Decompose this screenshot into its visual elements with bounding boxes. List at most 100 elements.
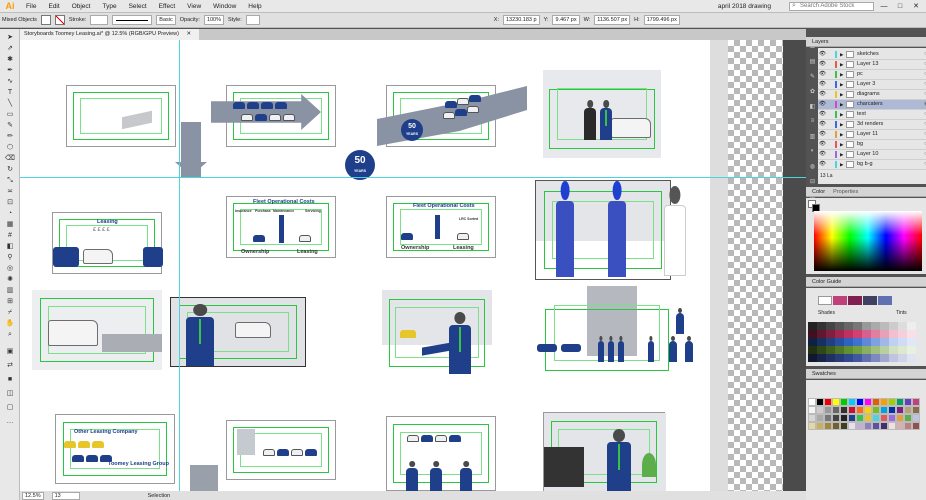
guide-swatch[interactable] <box>826 346 835 354</box>
line-tool-icon[interactable]: ╲ <box>4 99 16 108</box>
swatch[interactable] <box>864 406 872 414</box>
swatch[interactable] <box>872 398 880 406</box>
visibility-eye-icon[interactable]: 👁 <box>818 60 827 69</box>
swatch[interactable] <box>864 422 872 430</box>
guide-swatch[interactable] <box>835 338 844 346</box>
swatch[interactable] <box>888 422 896 430</box>
guide-swatch[interactable] <box>871 346 880 354</box>
graphic-styles-icon[interactable]: ◧ <box>808 103 817 112</box>
pen-tool-icon[interactable]: ✒ <box>4 66 16 75</box>
gradient-panel-icon[interactable]: ▥ <box>808 133 817 142</box>
guide-swatch[interactable] <box>844 330 853 338</box>
guide-swatch[interactable] <box>844 346 853 354</box>
guide-swatch[interactable] <box>817 322 826 330</box>
stroke-weight-field[interactable] <box>90 15 109 25</box>
tab-properties[interactable]: Properties <box>833 187 858 196</box>
swatch[interactable] <box>912 422 920 430</box>
guide-swatch[interactable] <box>889 330 898 338</box>
guide-swatch[interactable] <box>817 346 826 354</box>
paintbrush-tool-icon[interactable]: ✎ <box>4 121 16 130</box>
guide-swatch[interactable] <box>817 338 826 346</box>
swatch[interactable] <box>808 422 816 430</box>
stroke-panel-icon[interactable]: ≡ <box>808 118 817 127</box>
guide-swatch[interactable] <box>871 354 880 362</box>
menu-window[interactable]: Window <box>207 0 242 13</box>
visibility-eye-icon[interactable]: 👁 <box>818 130 827 139</box>
swatch[interactable] <box>904 406 912 414</box>
width-tool-icon[interactable]: ≍ <box>4 187 16 196</box>
pencil-tool-icon[interactable]: ✏ <box>4 132 16 141</box>
swatch[interactable] <box>808 398 816 406</box>
swatch[interactable] <box>896 398 904 406</box>
layer-row[interactable]: 👁 ▶ text ○ <box>818 110 926 120</box>
guide-swatch[interactable] <box>880 346 889 354</box>
appearance-panel-icon[interactable]: ◍ <box>808 163 817 172</box>
color-mode-icon[interactable]: ■ <box>4 375 16 384</box>
guide-swatch[interactable] <box>862 338 871 346</box>
menu-help[interactable]: Help <box>242 0 267 13</box>
swatch[interactable] <box>912 414 920 422</box>
swatch[interactable] <box>824 422 832 430</box>
artboard-2[interactable] <box>211 85 336 147</box>
tab-color-guide[interactable]: Color Guide <box>812 277 841 286</box>
zoom-level-field[interactable]: 12.5% <box>22 491 44 500</box>
layer-row[interactable]: 👁 ▶ bg b-g ○ <box>818 160 926 170</box>
guide-swatch[interactable] <box>889 338 898 346</box>
swap-colors-icon[interactable]: ⇄ <box>4 361 16 370</box>
visibility-eye-icon[interactable]: 👁 <box>818 110 827 119</box>
transparency-panel-icon[interactable]: ◐ <box>808 148 817 157</box>
artboard-12[interactable] <box>537 286 677 380</box>
swatch[interactable] <box>832 422 840 430</box>
tab-swatches[interactable]: Swatches <box>812 369 836 378</box>
guide-swatch[interactable] <box>808 346 817 354</box>
brush-definition[interactable]: Basic <box>156 15 176 25</box>
draw-mode-icon[interactable]: ◫ <box>4 389 16 398</box>
artboard-1[interactable] <box>66 85 176 147</box>
blend-tool-icon[interactable]: ◎ <box>4 264 16 273</box>
guide-swatch[interactable] <box>898 346 907 354</box>
document-tab[interactable]: Storyboards Toomey Leasing.ai* @ 12.5% (… <box>20 29 200 40</box>
swatch[interactable] <box>880 422 888 430</box>
stock-search-input[interactable]: Search Adobe Stock <box>789 1 874 11</box>
fill-swatch[interactable] <box>40 15 51 25</box>
menu-file[interactable]: File <box>20 0 42 13</box>
guide-swatch[interactable] <box>844 354 853 362</box>
color-guide-grid[interactable] <box>808 322 916 362</box>
swatch[interactable] <box>808 414 816 422</box>
guide-swatch[interactable] <box>826 354 835 362</box>
swatch[interactable] <box>816 422 824 430</box>
swatch[interactable] <box>904 414 912 422</box>
guide-swatch[interactable] <box>835 330 844 338</box>
guide-swatch[interactable] <box>862 346 871 354</box>
swatch[interactable] <box>824 406 832 414</box>
shape-builder-icon[interactable]: ◔ <box>4 209 16 218</box>
artboard-number-field[interactable]: 13 <box>51 491 80 500</box>
menu-type[interactable]: Type <box>96 0 122 13</box>
artboard-13[interactable]: Other Leasing Company Toomey Leasing Gro… <box>55 414 175 484</box>
align-panel-icon[interactable]: ⊟ <box>808 178 817 187</box>
guide-swatch[interactable] <box>808 322 817 330</box>
swatch[interactable] <box>856 414 864 422</box>
visibility-eye-icon[interactable]: 👁 <box>818 80 827 89</box>
guide-swatch[interactable] <box>862 322 871 330</box>
fill-stroke-swatches-icon[interactable]: ▣ <box>4 347 16 356</box>
guide-swatch[interactable] <box>907 354 916 362</box>
x-field[interactable]: 13230.183 p <box>502 15 540 25</box>
guide-swatch[interactable] <box>898 322 907 330</box>
guide-swatch[interactable] <box>898 338 907 346</box>
guide-swatch[interactable] <box>889 346 898 354</box>
swatch[interactable] <box>864 414 872 422</box>
symbol-sprayer-icon[interactable]: ✺ <box>4 275 16 284</box>
menu-object[interactable]: Object <box>66 0 97 13</box>
guide-swatch[interactable] <box>808 354 817 362</box>
swatch[interactable] <box>824 398 832 406</box>
artboard-3[interactable]: 50 YEARS <box>377 85 527 147</box>
menu-select[interactable]: Select <box>123 0 153 13</box>
artboard-5[interactable]: Leasing £ £ £ £ <box>52 212 163 274</box>
visibility-eye-icon[interactable]: 👁 <box>818 150 827 159</box>
artboard-9[interactable] <box>32 290 162 370</box>
guide-swatch[interactable] <box>853 354 862 362</box>
visibility-eye-icon[interactable]: 👁 <box>818 100 827 109</box>
artboard-4[interactable] <box>543 70 661 158</box>
swatch[interactable] <box>896 414 904 422</box>
